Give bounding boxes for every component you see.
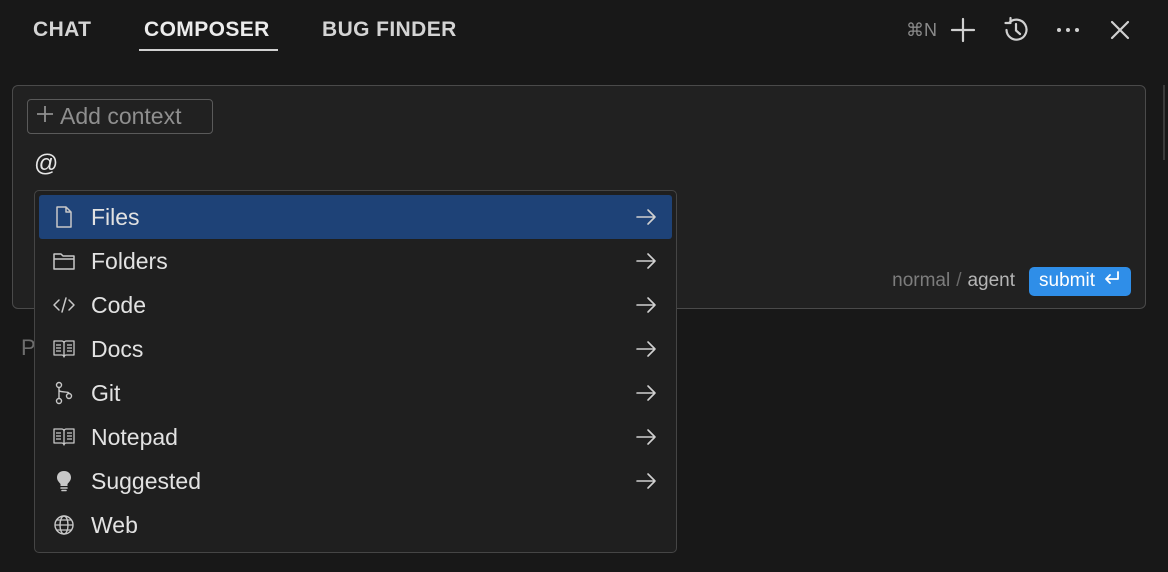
menu-item-docs[interactable]: Docs [39,327,672,371]
tab-chat[interactable]: CHAT [33,16,91,44]
menu-item-code[interactable]: Code [39,283,672,327]
mode-agent-option[interactable]: agent [967,270,1015,292]
tab-composer[interactable]: COMPOSER [144,16,270,44]
panel-divider [1163,85,1165,160]
mode-selector: normal / agent submit [892,266,1131,296]
tab-bug-finder[interactable]: BUG FINDER [322,16,457,44]
mode-separator: / [956,270,962,291]
arrow-right-icon [636,385,656,401]
arrow-right-icon [636,253,656,269]
close-icon[interactable] [1104,14,1136,46]
globe-icon [51,512,77,538]
book-icon [51,336,77,362]
composer-input-text[interactable]: @ [34,150,58,178]
plus-icon[interactable] [947,14,979,46]
menu-item-label: Folders [91,247,168,274]
menu-item-label: Git [91,379,121,406]
plus-icon [36,105,54,128]
menu-item-folders[interactable]: Folders [39,239,672,283]
menu-item-label: Code [91,291,146,318]
top-bar: CHAT COMPOSER BUG FINDER ⌘N [0,0,1168,60]
more-icon[interactable] [1052,14,1084,46]
menu-item-label: Notepad [91,423,178,450]
active-tab-indicator [139,49,278,51]
menu-item-notepad[interactable]: Notepad [39,415,672,459]
menu-item-files[interactable]: Files [39,195,672,239]
mention-menu: Files Folders Code Docs Git Notepad Sugg… [34,190,677,553]
menu-item-git[interactable]: Git [39,371,672,415]
menu-item-web[interactable]: Web [39,503,672,547]
mode-normal-option[interactable]: normal [892,270,950,292]
new-shortcut-hint: ⌘N [906,20,937,40]
code-icon [51,292,77,318]
menu-item-label: Files [91,203,140,230]
arrow-right-icon [636,209,656,225]
file-icon [51,204,77,230]
menu-item-label: Docs [91,335,144,362]
notepad-icon [51,424,77,450]
submit-label: submit [1039,270,1095,291]
history-icon[interactable] [1000,14,1032,46]
enter-key-icon [1103,270,1121,292]
menu-item-label: Web [91,511,138,538]
lightbulb-icon [51,468,77,494]
add-context-button[interactable]: Add context [27,99,213,134]
menu-item-label: Suggested [91,467,201,494]
arrow-right-icon [636,429,656,445]
arrow-right-icon [636,473,656,489]
menu-item-suggested[interactable]: Suggested [39,459,672,503]
submit-button[interactable]: submit [1029,266,1131,296]
arrow-right-icon [636,297,656,313]
git-branch-icon [51,380,77,406]
add-context-label: Add context [60,103,182,129]
arrow-right-icon [636,341,656,357]
folder-icon [51,248,77,274]
